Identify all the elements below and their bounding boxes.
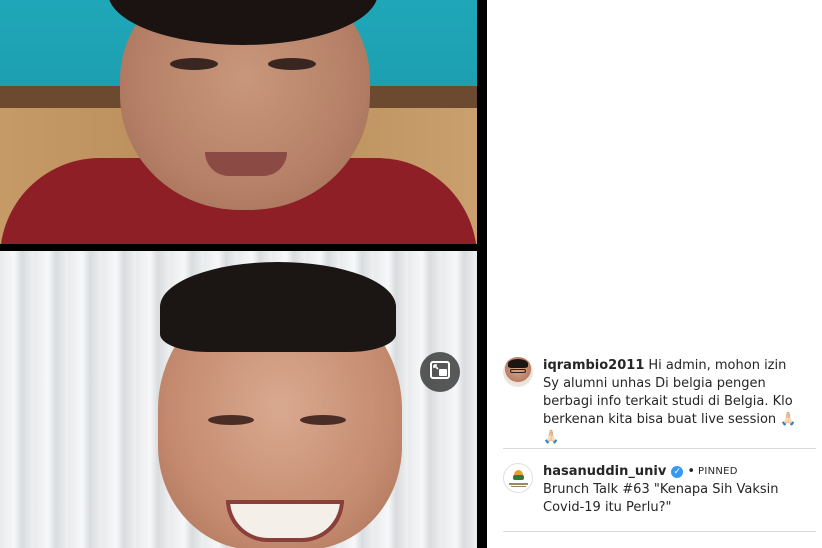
comment-item-pinned: hasanuddin_univ ✓ • PINNED Brunch Talk #… [503, 463, 805, 517]
avatar-glasses [510, 369, 526, 373]
comment-header: hasanuddin_univ ✓ • PINNED [543, 463, 805, 481]
emblem-text-line [509, 483, 528, 485]
comment-username[interactable]: hasanuddin_univ [543, 463, 666, 481]
comment-username[interactable]: iqrambio2011 [543, 358, 644, 373]
avatar-hair [508, 359, 528, 368]
picture-in-picture-button[interactable] [420, 352, 460, 392]
emblem-text-line [511, 486, 526, 487]
separator-dot: • [687, 464, 695, 479]
comment-divider [503, 531, 816, 532]
comment-text: Brunch Talk #63 "Kenapa Sih Vaksin Covid… [543, 482, 779, 515]
comments-panel: iqrambio2011 Hi admin, mohon izin Sy alum… [487, 0, 822, 548]
comment-item: iqrambio2011 Hi admin, mohon izin Sy alum… [503, 357, 805, 447]
avatar[interactable] [503, 463, 533, 493]
video-tile-guest [0, 0, 477, 244]
video-tile-host [0, 251, 477, 548]
avatar[interactable] [503, 357, 533, 387]
participant-eye [268, 58, 316, 70]
participant-hair [160, 262, 396, 352]
comment-body: iqrambio2011 Hi admin, mohon izin Sy alum… [543, 357, 805, 447]
comment-body: hasanuddin_univ ✓ • PINNED Brunch Talk #… [543, 463, 805, 517]
picture-in-picture-icon [430, 361, 450, 383]
participant-eye [208, 415, 254, 425]
video-divider [0, 244, 487, 251]
university-emblem-base [513, 475, 524, 480]
participant-eye [170, 58, 218, 70]
participant-mouth [205, 152, 287, 176]
verified-badge-icon: ✓ [671, 466, 684, 478]
participant-eye [300, 415, 346, 425]
comment-divider [503, 448, 816, 449]
pinned-label: PINNED [697, 466, 738, 477]
live-video-area [0, 0, 487, 548]
